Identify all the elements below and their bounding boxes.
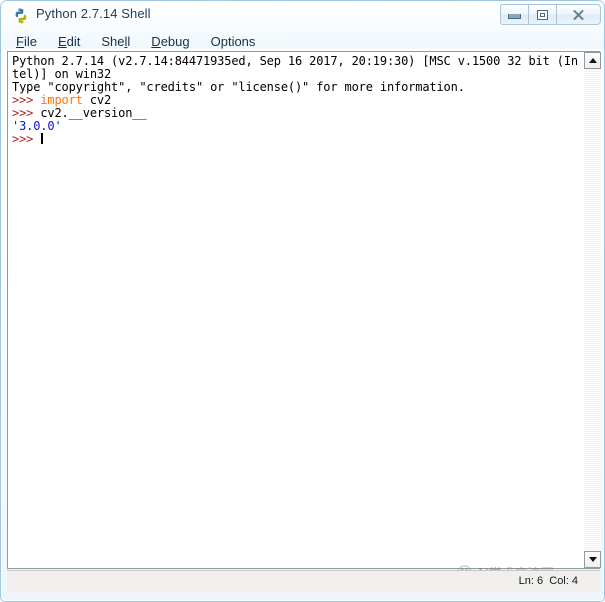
menu-item-file[interactable]: File bbox=[7, 33, 46, 50]
menu-item-shell[interactable]: Shell bbox=[92, 33, 139, 50]
shell-line: '3.0.0' bbox=[12, 120, 582, 133]
shell-input-text: cv2 bbox=[82, 93, 112, 107]
python-shell-window: Python 2.7.14 Shell File Edit Shell Debu… bbox=[0, 0, 605, 602]
shell-line: >>> cv2.__version__ bbox=[12, 107, 582, 120]
menu-item-options[interactable]: Options bbox=[202, 33, 265, 50]
banner-line-2: tel)] on win32 bbox=[12, 67, 112, 81]
shell-line: >>> bbox=[12, 133, 582, 146]
close-icon bbox=[572, 9, 585, 21]
scrollbar-up-button[interactable] bbox=[584, 52, 601, 69]
menu-item-edit[interactable]: Edit bbox=[49, 33, 89, 50]
minimize-icon bbox=[508, 14, 521, 19]
window-controls bbox=[500, 4, 601, 25]
vertical-scrollbar[interactable] bbox=[583, 52, 601, 568]
status-bar: Ln: 6 Col: 4 bbox=[7, 570, 600, 592]
banner-line-1: Python 2.7.14 (v2.7.14:84471935ed, Sep 1… bbox=[12, 54, 578, 68]
text-caret bbox=[41, 133, 44, 144]
shell-text-panel: Python 2.7.14 (v2.7.14:84471935ed, Sep 1… bbox=[7, 51, 601, 569]
scroll-down-arrow-icon bbox=[588, 557, 597, 562]
window-title: Python 2.7.14 Shell bbox=[36, 6, 151, 21]
scrollbar-down-button[interactable] bbox=[584, 551, 601, 568]
title-bar[interactable]: Python 2.7.14 Shell bbox=[2, 2, 605, 30]
menu-item-debug[interactable]: Debug bbox=[142, 33, 198, 50]
shell-output-area[interactable]: Python 2.7.14 (v2.7.14:84471935ed, Sep 1… bbox=[8, 52, 582, 568]
python-idle-icon bbox=[12, 7, 30, 25]
close-button[interactable] bbox=[556, 4, 601, 25]
shell-output-value: '3.0.0' bbox=[12, 119, 62, 133]
banner-line-3: Type "copyright", "credits" or "license(… bbox=[12, 80, 465, 94]
menu-bar: File Edit Shell Debug Options bbox=[7, 31, 599, 51]
shell-input-text: cv2.__version__ bbox=[40, 106, 147, 120]
cursor-position-indicator: Ln: 6 Col: 4 bbox=[518, 575, 578, 587]
maximize-icon bbox=[537, 9, 548, 20]
python-keyword: import bbox=[40, 93, 83, 107]
minimize-button[interactable] bbox=[500, 4, 529, 25]
shell-prompt: >>> bbox=[12, 106, 41, 120]
shell-prompt: >>> bbox=[12, 93, 41, 107]
scroll-up-arrow-icon bbox=[588, 58, 597, 63]
maximize-button[interactable] bbox=[528, 4, 557, 25]
shell-prompt: >>> bbox=[12, 132, 41, 146]
